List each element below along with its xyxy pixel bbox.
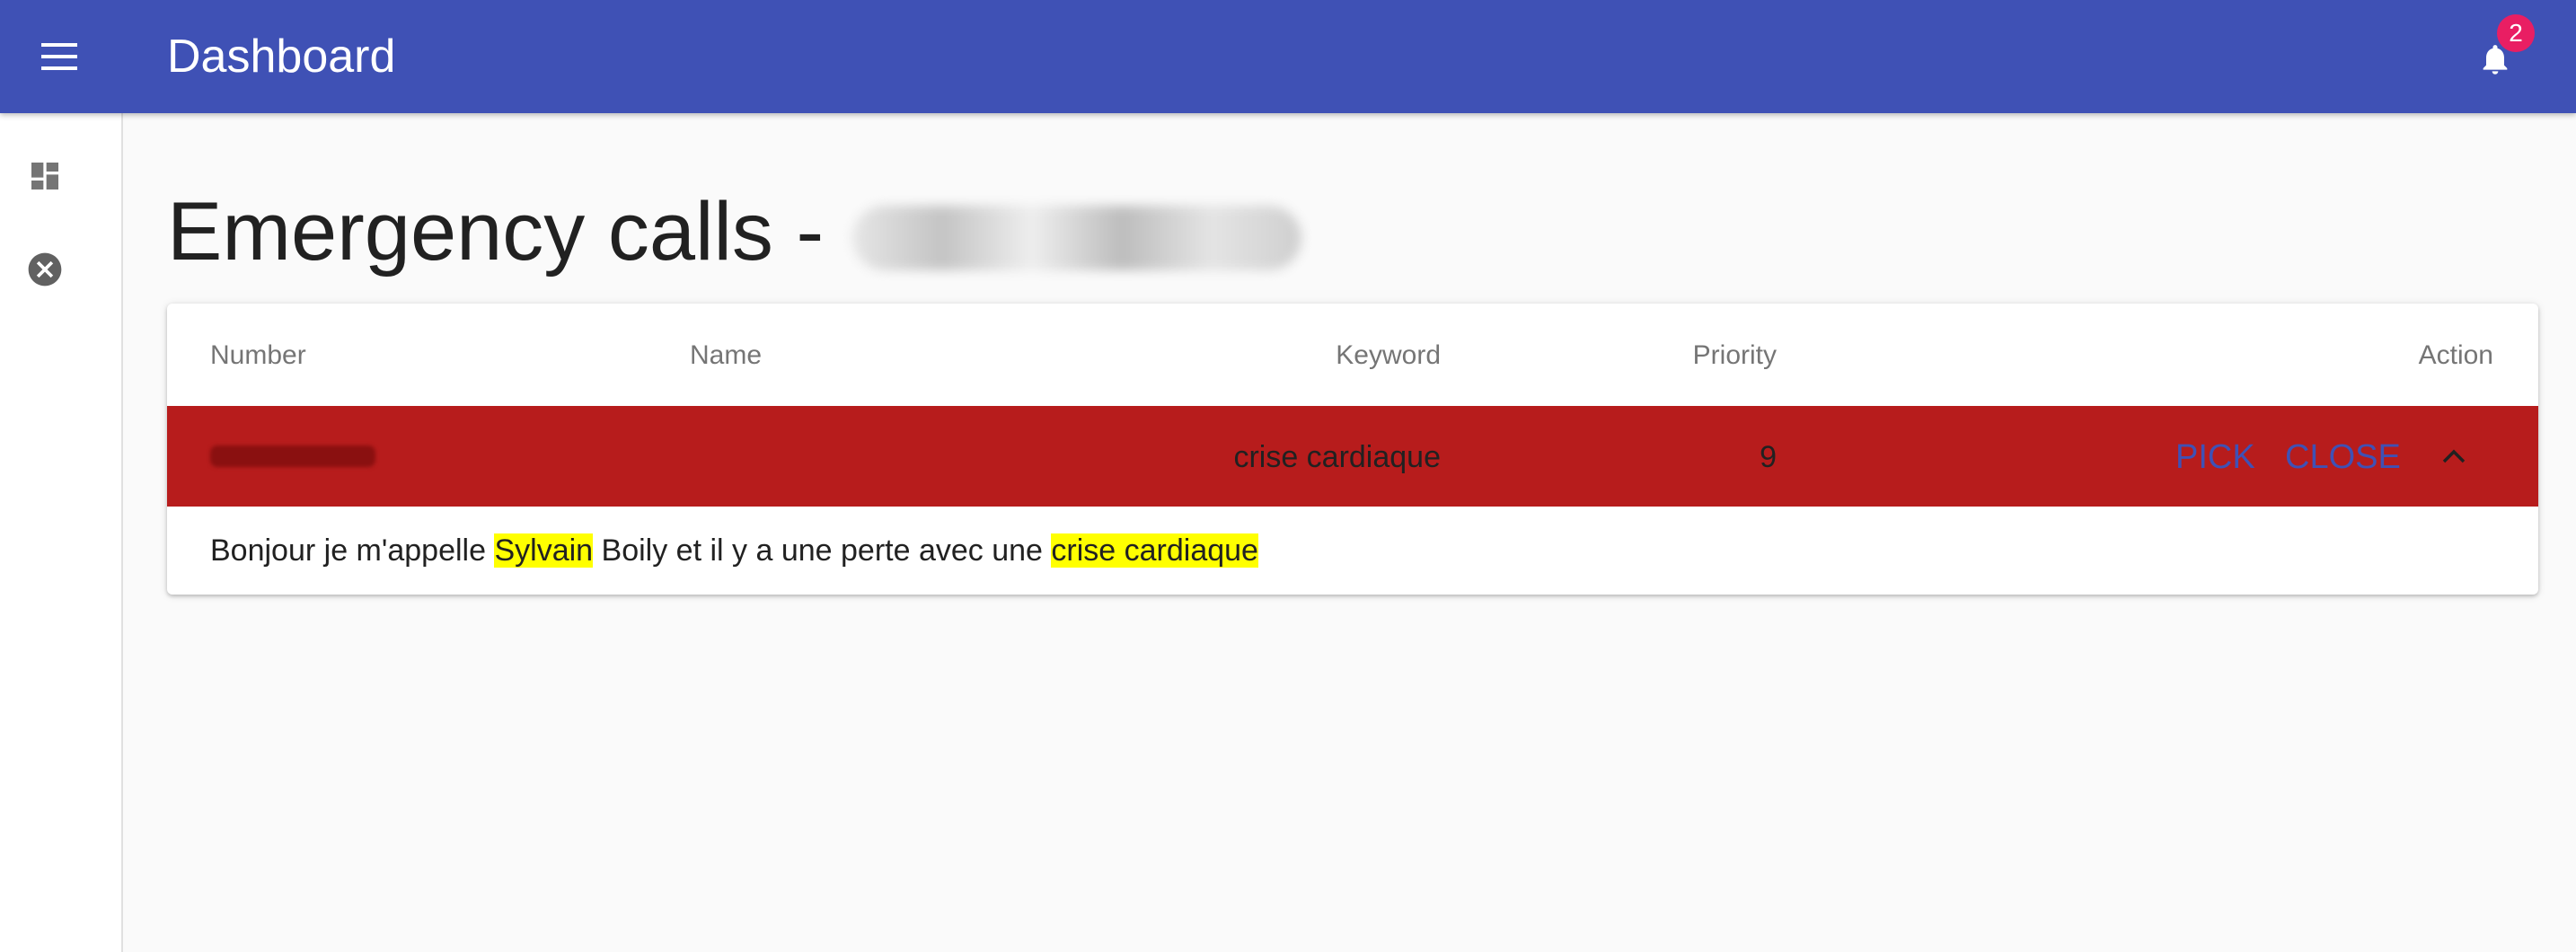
header-priority: Priority — [1692, 340, 1777, 370]
cancel-circle-icon — [28, 252, 62, 286]
cell-keyword: crise cardiaque — [1233, 440, 1441, 474]
app-bar: Dashboard 2 — [0, 0, 2576, 113]
table-row[interactable]: crise cardiaque 9 PICK CLOSE — [167, 406, 2538, 507]
app-title: Dashboard — [167, 31, 396, 83]
page-title-text: Emergency calls - — [167, 186, 825, 278]
drawer-item-dashboard[interactable] — [18, 149, 72, 203]
redacted-location — [851, 205, 1301, 270]
collapse-button[interactable] — [2430, 433, 2477, 480]
header-action: Action — [2418, 340, 2493, 370]
header-keyword: Keyword — [1336, 340, 1441, 370]
transcript-text: Bonjour je m'appelle — [210, 533, 495, 568]
table-header: Number Name Keyword Priority Action — [167, 304, 2538, 406]
transcript-text: Boily et il y a une perte avec une — [593, 533, 1052, 568]
menu-icon — [41, 43, 77, 70]
call-transcript: Bonjour je m'appelle Sylvain Boily et il… — [210, 532, 1258, 569]
chevron-up-icon — [2442, 449, 2466, 463]
close-button[interactable]: CLOSE — [2285, 437, 2401, 477]
cell-priority: 9 — [1760, 440, 1777, 474]
header-name: Name — [690, 340, 763, 370]
redacted-phone-number — [210, 445, 375, 467]
pick-button[interactable]: PICK — [2175, 437, 2255, 477]
drawer-item-cancel[interactable] — [18, 242, 72, 296]
notification-badge: 2 — [2497, 14, 2535, 52]
page-title: Emergency calls - — [167, 185, 1301, 278]
emergency-calls-table: Number Name Keyword Priority Action cris… — [167, 304, 2538, 595]
dashboard-icon — [31, 163, 58, 190]
highlighted-keyword: crise cardiaque — [1051, 533, 1258, 568]
header-number: Number — [210, 340, 306, 370]
highlighted-name: Sylvain — [494, 533, 594, 568]
menu-button[interactable] — [32, 30, 86, 84]
side-drawer — [0, 113, 123, 952]
